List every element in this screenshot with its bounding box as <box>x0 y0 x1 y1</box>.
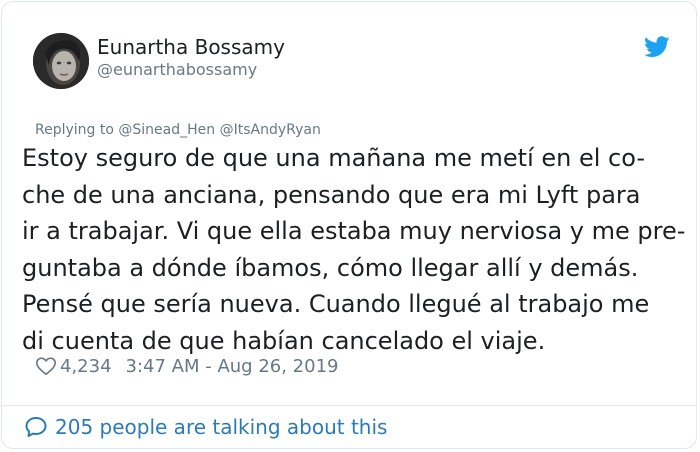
author-handle[interactable]: @eunarthabossamy <box>97 60 257 79</box>
twitter-bird-icon[interactable] <box>644 36 670 58</box>
conversation-link[interactable]: 205 people are talking about this <box>24 415 387 439</box>
tweet-text-line: guntaba a dónde íbamos, cómo llegar allí… <box>22 253 639 282</box>
tweet-card: Eunartha Bossamy @eunarthabossamy Replyi… <box>1 1 697 449</box>
tweet-text-line: Pensé que sería nueva. Cuando llegué al … <box>22 290 650 318</box>
author-name[interactable]: Eunartha Bossamy <box>97 35 285 59</box>
divider <box>2 405 696 406</box>
heart-icon[interactable] <box>35 355 57 377</box>
avatar[interactable] <box>33 33 89 89</box>
conversation-label[interactable]: 205 people are talking about this <box>55 415 387 439</box>
tweet-text-line: che de una anciana, pensando que era mi … <box>22 180 641 209</box>
mention-link[interactable]: @ItsAndyRyan <box>220 122 321 138</box>
tweet-text-line: ir a trabajar. Vi que ella estaba muy ne… <box>22 217 686 245</box>
tweet-text-line: Estoy seguro de que una mañana me metí e… <box>22 144 646 172</box>
replying-to: Replying to @Sinead_Hen @ItsAndyRyan <box>35 122 321 138</box>
tweet-text: Estoy seguro de que una mañana me metí e… <box>22 140 686 359</box>
like-count[interactable]: 4,234 <box>60 356 112 377</box>
speech-bubble-icon <box>25 417 47 437</box>
timestamp[interactable]: 3:47 AM - Aug 26, 2019 <box>126 356 339 377</box>
mention-link[interactable]: @Sinead_Hen <box>118 122 215 138</box>
tweet-meta: 4,234 3:47 AM - Aug 26, 2019 <box>35 352 338 380</box>
replying-to-label: Replying to <box>35 122 114 138</box>
